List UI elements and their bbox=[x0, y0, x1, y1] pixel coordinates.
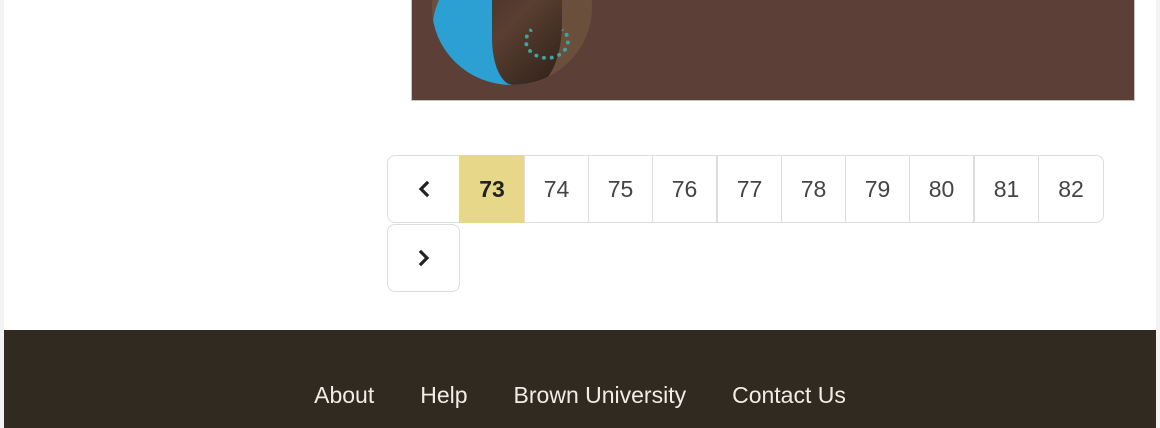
profile-banner bbox=[411, 0, 1135, 101]
page-link-77[interactable]: 77 bbox=[717, 155, 782, 223]
previous-page-button[interactable] bbox=[387, 155, 460, 223]
footer-link-brown-university[interactable]: Brown University bbox=[514, 382, 687, 409]
page-link-79[interactable]: 79 bbox=[845, 155, 910, 223]
chevron-left-icon bbox=[418, 180, 429, 198]
page-link-74[interactable]: 74 bbox=[524, 155, 589, 223]
site-footer: About Help Brown University Contact Us bbox=[4, 330, 1156, 428]
chevron-right-icon bbox=[418, 249, 429, 267]
page-link-81[interactable]: 81 bbox=[974, 155, 1039, 223]
page-link-78[interactable]: 78 bbox=[781, 155, 846, 223]
portrait-image bbox=[432, 0, 592, 85]
footer-nav: About Help Brown University Contact Us bbox=[4, 382, 1156, 409]
page-link-82[interactable]: 82 bbox=[1038, 155, 1104, 223]
footer-link-contact-us[interactable]: Contact Us bbox=[732, 382, 846, 409]
page-link-75[interactable]: 75 bbox=[588, 155, 653, 223]
page-link-76[interactable]: 76 bbox=[652, 155, 717, 223]
page: 73 74 75 76 77 78 79 80 81 82 About Help… bbox=[4, 0, 1156, 428]
footer-link-about[interactable]: About bbox=[314, 382, 374, 409]
footer-link-help[interactable]: Help bbox=[420, 382, 467, 409]
next-page-button[interactable] bbox=[387, 224, 460, 292]
page-link-73[interactable]: 73 bbox=[459, 155, 525, 223]
page-link-80[interactable]: 80 bbox=[909, 155, 974, 223]
